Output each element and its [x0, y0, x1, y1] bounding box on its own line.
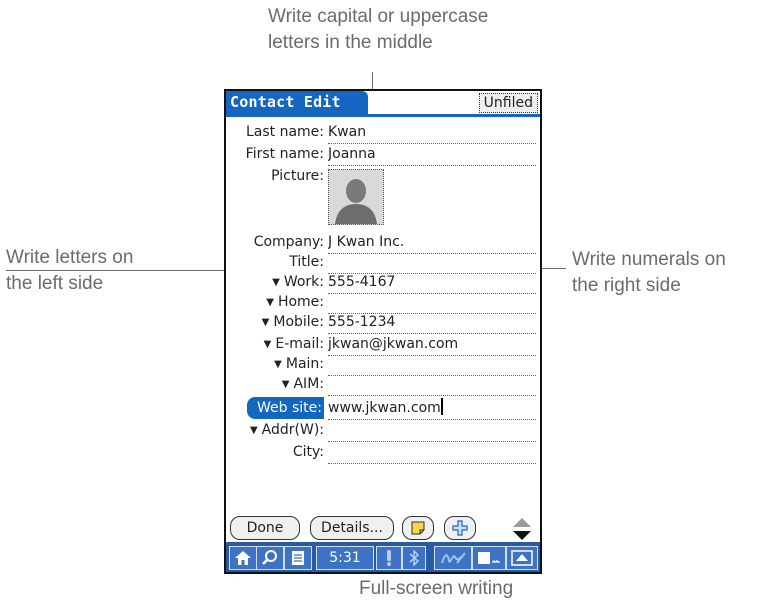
- dropdown-triangle-icon: ▼: [261, 317, 270, 328]
- scroll-arrows[interactable]: [512, 516, 532, 542]
- field-label: Title:: [289, 254, 324, 270]
- alert-button[interactable]: [376, 546, 402, 570]
- field-label: Web site:: [247, 397, 324, 419]
- dropdown-triangle-icon: ▼: [249, 425, 258, 436]
- field-row-email: ▼ E-mail: jkwan@jkwan.com: [226, 333, 540, 356]
- details-button[interactable]: Details...: [310, 516, 394, 540]
- callout-letters: Write letters on the left side: [6, 245, 206, 297]
- address-field[interactable]: [328, 419, 536, 442]
- field-row-company: Company: J Kwan Inc.: [226, 231, 540, 254]
- dropdown-triangle-icon: ▼: [266, 297, 274, 308]
- callout-numerals-line1: Write numerals on: [572, 249, 726, 270]
- field-row-work: ▼ Work: 555-4167: [226, 271, 540, 294]
- callout-letters-line1: Write letters on: [6, 247, 134, 268]
- field-label-main[interactable]: ▼ Main:: [274, 353, 324, 375]
- find-button[interactable]: [256, 546, 284, 570]
- web-site-value: www.jkwan.com: [328, 400, 441, 416]
- field-label: Picture:: [271, 168, 324, 184]
- home-button[interactable]: [229, 546, 257, 570]
- bluetooth-button[interactable]: [402, 546, 426, 570]
- field-label-text: Work:: [283, 274, 324, 290]
- field-row-home: ▼ Home:: [226, 291, 540, 314]
- home-icon: [235, 551, 251, 565]
- full-screen-writing-button[interactable]: [434, 546, 472, 570]
- note-button[interactable]: [402, 516, 434, 540]
- field-row-main: ▼ Main:: [226, 353, 540, 376]
- scroll-up-down-icon: [513, 518, 531, 540]
- full-screen-writing-icon: [441, 552, 466, 564]
- menu-button[interactable]: [284, 546, 312, 570]
- field-label-text: Home:: [277, 294, 324, 310]
- callout-fullscreen: Full-screen writing: [359, 576, 559, 602]
- city-field[interactable]: [328, 441, 536, 464]
- field-row-city: City:: [226, 441, 540, 464]
- first-name-field[interactable]: Joanna: [328, 143, 536, 166]
- field-label: City:: [292, 444, 324, 460]
- title-tab[interactable]: Contact Edit: [226, 91, 368, 117]
- callout-numerals-line2: the right side: [572, 275, 681, 296]
- last-name-field[interactable]: Kwan: [328, 121, 536, 144]
- callout-uppercase-line1: Write capital or uppercase: [268, 6, 489, 27]
- category-selector[interactable]: Unfiled: [478, 93, 538, 113]
- field-label-mobile[interactable]: ▼ Mobile:: [262, 311, 324, 333]
- callout-uppercase: Write capital or uppercase letters in th…: [268, 4, 568, 56]
- callout-letters-line2: the left side: [6, 273, 104, 294]
- field-row-addr-w: ▼ Addr(W):: [226, 419, 540, 442]
- input-area-icon: [478, 552, 500, 564]
- done-button[interactable]: Done: [230, 516, 300, 540]
- field-row-last-name: Last name: Kwan: [226, 121, 540, 144]
- search-icon: [262, 550, 277, 565]
- status-bar: 5:31: [226, 542, 540, 572]
- dropdown-triangle-icon: ▼: [274, 359, 282, 370]
- plus-icon: [452, 520, 468, 536]
- dropdown-triangle-icon: ▼: [263, 339, 272, 350]
- field-label-text: Mobile:: [273, 314, 324, 330]
- person-silhouette-icon: [329, 170, 383, 224]
- field-label-work[interactable]: ▼ Work:: [272, 271, 324, 293]
- field-label-text: Main:: [285, 356, 324, 372]
- text-cursor: [440, 398, 443, 415]
- contact-picture[interactable]: [328, 169, 384, 225]
- input-area-button[interactable]: [472, 546, 506, 570]
- field-label: Company:: [253, 234, 324, 250]
- field-label-aim[interactable]: ▼ AIM:: [282, 373, 324, 395]
- alert-icon: [387, 550, 391, 566]
- menu-icon: [292, 551, 304, 565]
- writing-area-toggle-icon: [511, 550, 533, 566]
- palm-screen: Contact Edit Unfiled Last name: Kwan Fir…: [224, 89, 542, 574]
- field-label-email[interactable]: ▼ E-mail:: [264, 333, 324, 355]
- bluetooth-icon: [409, 549, 420, 567]
- field-label-home[interactable]: ▼ Home:: [266, 291, 324, 313]
- field-row-mobile: ▼ Mobile: 555-1234: [226, 311, 540, 334]
- note-icon: [411, 521, 425, 535]
- mobile-phone-field[interactable]: 555-1234: [328, 311, 536, 334]
- field-label-text: Addr(W):: [261, 422, 324, 438]
- title-bar: Contact Edit Unfiled: [226, 91, 540, 117]
- field-label: First name:: [245, 146, 324, 162]
- callout-fullscreen-text: Full-screen writing: [359, 578, 514, 599]
- callout-numerals: Write numerals on the right side: [572, 247, 762, 299]
- web-site-field[interactable]: www.jkwan.com: [328, 397, 536, 420]
- page-title: Contact Edit: [230, 93, 341, 111]
- field-label-addr[interactable]: ▼ Addr(W):: [250, 419, 324, 441]
- dropdown-triangle-icon: ▼: [281, 379, 290, 390]
- aim-field[interactable]: [328, 373, 536, 396]
- field-label-text: E-mail:: [275, 336, 324, 352]
- clock-button[interactable]: 5:31: [316, 546, 374, 570]
- field-row-aim: ▼ AIM:: [226, 373, 540, 396]
- field-label-text: AIM:: [293, 376, 324, 392]
- field-row-title: Title:: [226, 251, 540, 274]
- writing-area-toggle-button[interactable]: [506, 546, 538, 570]
- field-row-web-site: Web site: www.jkwan.com: [226, 397, 540, 420]
- dropdown-triangle-icon: ▼: [272, 277, 280, 288]
- field-label: Last name:: [245, 124, 324, 140]
- field-row-first-name: First name: Joanna: [226, 143, 540, 166]
- new-button[interactable]: [444, 516, 476, 540]
- callout-uppercase-line2: letters in the middle: [268, 32, 433, 53]
